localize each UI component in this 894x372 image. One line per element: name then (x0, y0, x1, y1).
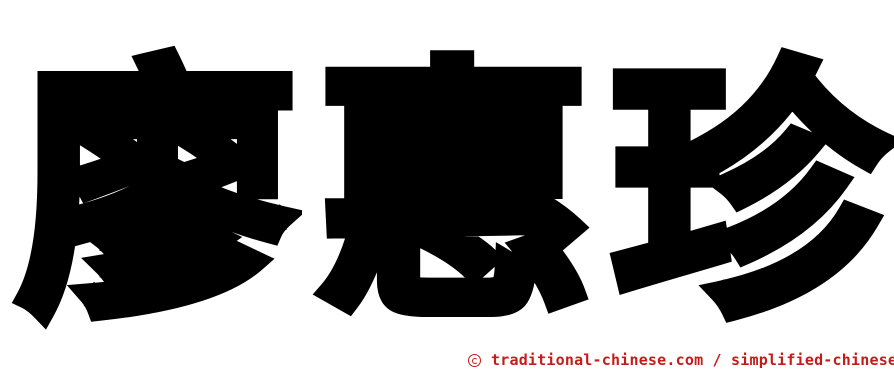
character-3: 珍 (604, 37, 894, 352)
calligraphy-name: 廖 惠 珍 (0, 37, 894, 352)
copyright-icon (468, 353, 481, 367)
site-credit-text: traditional-chinese.com / simplified-chi… (491, 351, 894, 369)
character-1: 廖 (12, 37, 302, 352)
character-2: 惠 (309, 37, 599, 352)
site-credit: traditional-chinese.com / simplified-chi… (468, 349, 894, 371)
